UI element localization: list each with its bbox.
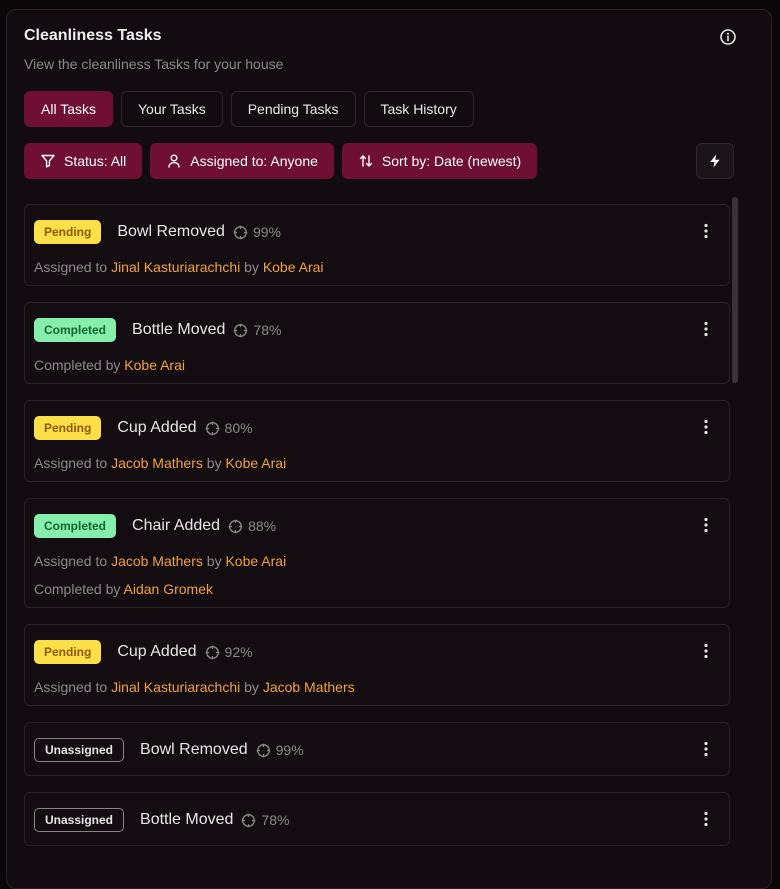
assignee-name[interactable]: Jinal Kasturiarachchi xyxy=(111,679,240,695)
assigner-name[interactable]: Jacob Mathers xyxy=(263,679,355,695)
completed-by-label: Completed by xyxy=(34,357,125,373)
assignment-line: Assigned to Jinal Kasturiarachchi by Jac… xyxy=(34,679,355,695)
quick-action-button[interactable] xyxy=(696,143,734,179)
assignment-line: Assigned to Jinal Kasturiarachchi by Kob… xyxy=(34,259,324,275)
task-card[interactable]: Pending Cup Added 80% Assigned to Jacob … xyxy=(24,400,730,482)
crosshair-icon xyxy=(205,421,219,435)
more-vertical-icon[interactable] xyxy=(703,419,709,435)
assigner-name[interactable]: Kobe Arai xyxy=(225,553,286,569)
more-vertical-icon[interactable] xyxy=(703,811,709,827)
crosshair-icon xyxy=(256,743,270,757)
assignment-line: Assigned to Jacob Mathers by Kobe Arai xyxy=(34,455,286,471)
more-vertical-icon[interactable] xyxy=(703,517,709,533)
completion-line: Completed by Aidan Gromek xyxy=(34,581,213,597)
task-card[interactable]: Completed Chair Added 88% Assigned to Ja… xyxy=(24,498,730,608)
tab-bar: All Tasks Your Tasks Pending Tasks Task … xyxy=(24,91,474,127)
crosshair-icon xyxy=(205,645,219,659)
task-name: Bowl Removed xyxy=(140,741,248,758)
task-name: Chair Added xyxy=(132,517,221,534)
status-badge: Pending xyxy=(34,416,102,440)
assignment-line: Assigned to Jacob Mathers by Kobe Arai xyxy=(34,553,286,569)
more-vertical-icon[interactable] xyxy=(703,643,709,659)
status-badge: Unassigned xyxy=(34,808,125,832)
assigner-name[interactable]: Kobe Arai xyxy=(263,259,324,275)
task-name: Bowl Removed xyxy=(117,223,225,240)
user-icon xyxy=(168,154,180,168)
confidence-value: 99% xyxy=(252,224,281,240)
page-subtitle: View the cleanliness Tasks for your hous… xyxy=(24,56,284,72)
filter-icon xyxy=(41,154,55,168)
confidence-value: 92% xyxy=(224,644,253,660)
status-filter-label: Status: All xyxy=(64,153,127,169)
by-label: by xyxy=(202,553,226,569)
assigned-to-label: Assigned to xyxy=(34,679,112,695)
sort-label: Sort by: Date (newest) xyxy=(381,153,522,169)
status-badge: Unassigned xyxy=(34,738,125,762)
confidence-value: 78% xyxy=(261,812,290,828)
status-badge: Pending xyxy=(34,640,102,664)
sort-button[interactable]: Sort by: Date (newest) xyxy=(341,143,538,179)
by-label: by xyxy=(240,679,263,695)
task-name: Cup Added xyxy=(117,643,197,660)
status-badge: Completed xyxy=(34,318,117,342)
task-list: Pending Bowl Removed 99% Assigned to Jin… xyxy=(24,195,732,855)
filter-bar: Status: All Assigned to: Anyone Sort by:… xyxy=(24,143,538,179)
completion-line: Completed by Kobe Arai xyxy=(34,357,185,373)
status-filter-button[interactable]: Status: All xyxy=(24,143,143,179)
more-vertical-icon[interactable] xyxy=(703,321,709,337)
page-title: Cleanliness Tasks xyxy=(24,27,162,44)
task-name: Cup Added xyxy=(117,419,197,436)
list-scrollbar[interactable] xyxy=(732,197,738,383)
crosshair-icon xyxy=(228,519,243,533)
completed-by-label: Completed by xyxy=(34,581,124,597)
tab-your-tasks[interactable]: Your Tasks xyxy=(120,91,223,127)
crosshair-icon xyxy=(234,323,248,337)
assigned-filter-button[interactable]: Assigned to: Anyone xyxy=(150,143,334,179)
by-label: by xyxy=(202,455,226,471)
assigned-to-label: Assigned to xyxy=(34,553,112,569)
crosshair-icon xyxy=(242,813,256,827)
task-name: Bottle Moved xyxy=(140,811,234,828)
task-card[interactable]: Unassigned Bottle Moved 78% xyxy=(24,792,730,846)
lightning-icon xyxy=(710,154,720,168)
completer-name[interactable]: Aidan Gromek xyxy=(124,581,213,597)
confidence-value: 99% xyxy=(275,742,304,758)
assigned-to-label: Assigned to xyxy=(34,455,112,471)
crosshair-icon xyxy=(233,225,248,239)
task-card[interactable]: Pending Bowl Removed 99% Assigned to Jin… xyxy=(24,204,730,286)
assignee-name[interactable]: Jacob Mathers xyxy=(111,553,203,569)
confidence-value: 80% xyxy=(224,420,253,436)
task-name: Bottle Moved xyxy=(132,321,226,338)
by-label: by xyxy=(240,259,263,275)
tab-all-tasks[interactable]: All Tasks xyxy=(24,91,113,127)
task-card[interactable]: Unassigned Bowl Removed 99% xyxy=(24,722,730,776)
confidence-value: 78% xyxy=(253,322,282,338)
status-badge: Pending xyxy=(34,220,102,244)
tab-task-history[interactable]: Task History xyxy=(363,91,474,127)
assigner-name[interactable]: Kobe Arai xyxy=(225,455,286,471)
assigned-filter-label: Assigned to: Anyone xyxy=(190,153,318,169)
completer-name[interactable]: Kobe Arai xyxy=(124,357,185,373)
status-badge: Completed xyxy=(34,514,117,538)
assigned-to-label: Assigned to xyxy=(34,259,112,275)
info-icon[interactable] xyxy=(719,28,737,46)
tab-pending-tasks[interactable]: Pending Tasks xyxy=(230,91,356,127)
more-vertical-icon[interactable] xyxy=(703,223,709,239)
task-card[interactable]: Pending Cup Added 92% Assigned to Jinal … xyxy=(24,624,730,706)
sort-arrows-icon xyxy=(359,155,373,167)
assignee-name[interactable]: Jacob Mathers xyxy=(111,455,203,471)
assignee-name[interactable]: Jinal Kasturiarachchi xyxy=(111,259,240,275)
confidence-value: 88% xyxy=(248,518,277,534)
more-vertical-icon[interactable] xyxy=(703,741,709,757)
task-card[interactable]: Completed Bottle Moved 78% Completed by … xyxy=(24,302,730,384)
